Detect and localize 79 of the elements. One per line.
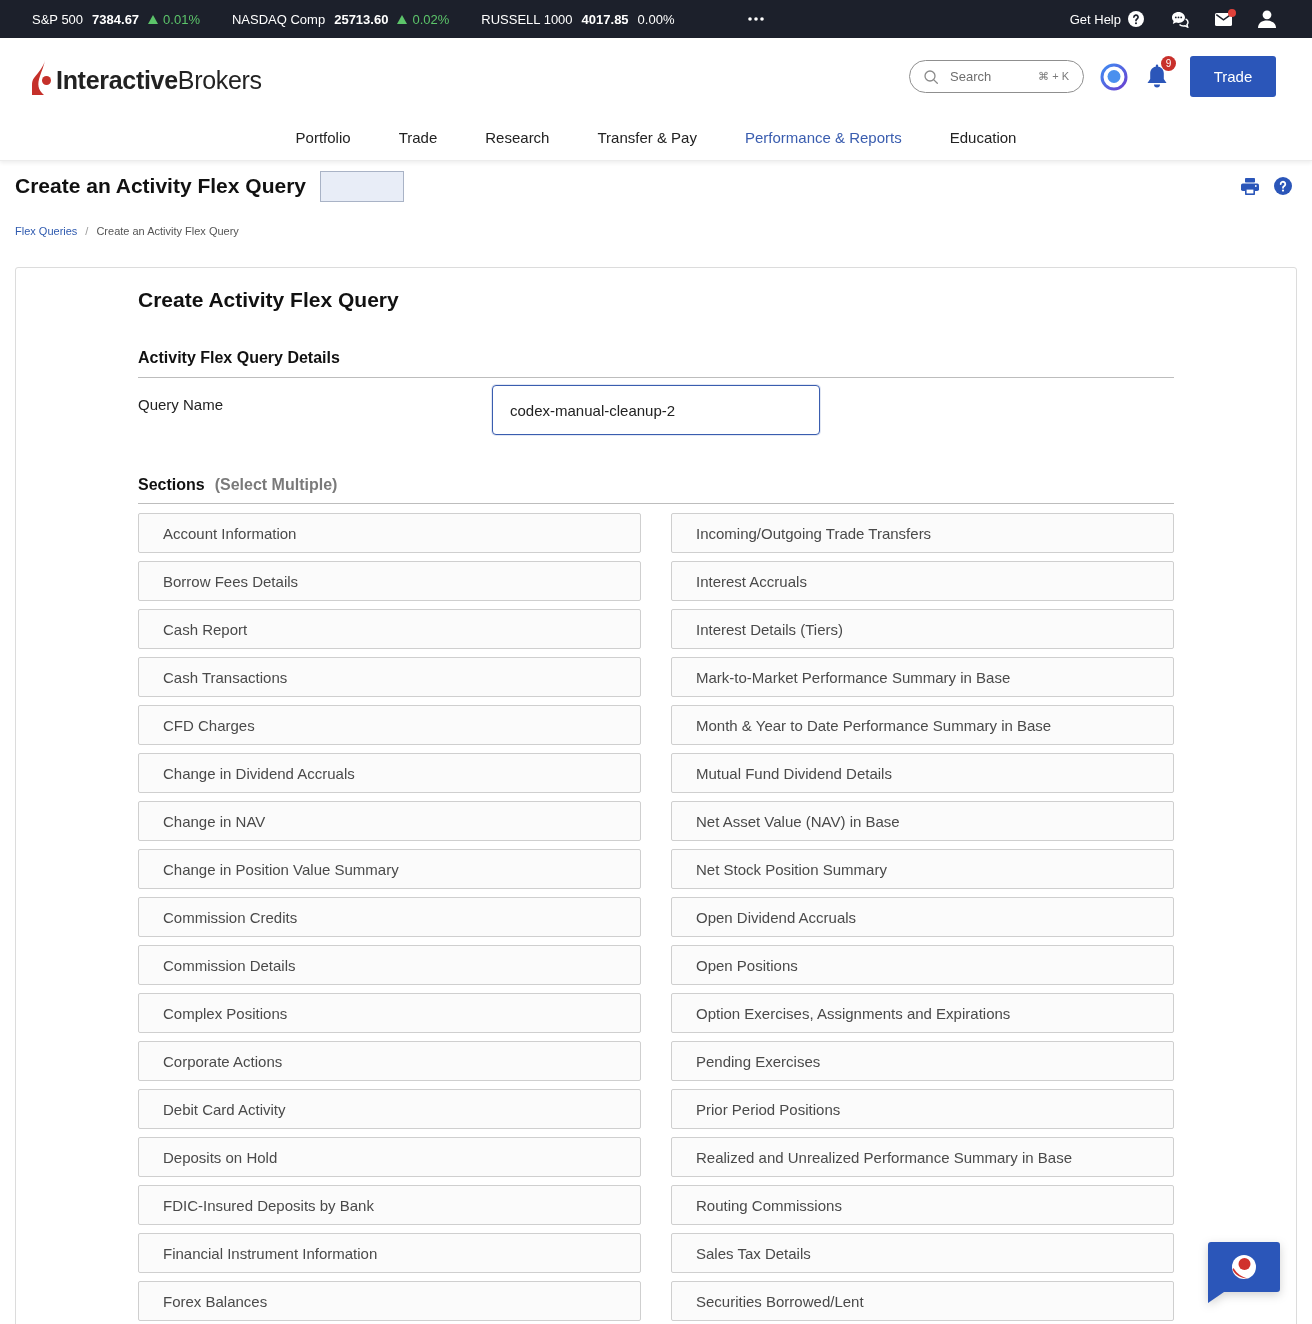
nav-link[interactable]: Research xyxy=(485,129,550,146)
section-option[interactable]: Cash Report xyxy=(138,609,641,649)
section-option[interactable]: Sales Tax Details xyxy=(671,1233,1174,1273)
section-option[interactable]: Interest Details (Tiers) xyxy=(671,609,1174,649)
section-option[interactable]: Change in Dividend Accruals xyxy=(138,753,641,793)
help-icon[interactable] xyxy=(1274,177,1292,195)
keyboard-shortcut: ⌘ + K xyxy=(1038,69,1069,84)
nav-link[interactable]: Transfer & Pay xyxy=(597,129,697,146)
more-icon[interactable] xyxy=(748,17,765,21)
section-option[interactable]: Complex Positions xyxy=(138,993,641,1033)
section-option[interactable]: Prior Period Positions xyxy=(671,1089,1174,1129)
printer-icon[interactable] xyxy=(1241,177,1259,195)
section-option[interactable]: Deposits on Hold xyxy=(138,1137,641,1177)
section-option[interactable]: Month & Year to Date Performance Summary in Base xyxy=(671,705,1174,745)
logo-icon xyxy=(1232,1255,1256,1279)
section-heading: Sections xyxy=(138,475,205,495)
section-option[interactable]: Incoming/Outgoing Trade Transfers xyxy=(671,513,1174,553)
section-option[interactable]: Financial Instrument Information xyxy=(138,1233,641,1273)
search-icon xyxy=(924,70,938,84)
section-option[interactable]: FDIC-Insured Deposits by Bank xyxy=(138,1185,641,1225)
index-value: 25713.60 xyxy=(334,11,389,27)
index-change: 0.00% xyxy=(637,11,675,27)
breadcrumb-link[interactable]: Flex Queries xyxy=(15,225,78,237)
index-name: RUSSELL 1000 xyxy=(481,11,573,27)
section-option[interactable]: Open Positions xyxy=(671,945,1174,985)
index-value: 4017.85 xyxy=(581,11,629,27)
nav-link[interactable]: Education xyxy=(949,129,1017,146)
section-option[interactable]: Change in NAV xyxy=(138,801,641,841)
section-option[interactable]: Account Information xyxy=(138,513,641,553)
section-option[interactable]: Cash Transactions xyxy=(138,657,641,697)
section-option[interactable]: Borrow Fees Details xyxy=(138,561,641,601)
nav-link[interactable]: Performance & Reports xyxy=(744,129,902,146)
logo-text[interactable]: InteractiveBrokers xyxy=(56,66,262,95)
section-option[interactable]: Mutual Fund Dividend Details xyxy=(671,753,1174,793)
section-option[interactable]: Net Asset Value (NAV) in Base xyxy=(671,801,1174,841)
breadcrumb-separator: / xyxy=(85,225,89,237)
section-option[interactable]: Pending Exercises xyxy=(671,1041,1174,1081)
breadcrumb-current: Create an Activity Flex Query xyxy=(96,225,239,237)
index-name: S&P 500 xyxy=(32,11,84,27)
section-option[interactable]: Commission Details xyxy=(138,945,641,985)
help-icon[interactable] xyxy=(1128,11,1144,27)
up-triangle-icon xyxy=(148,14,159,24)
section-heading: Activity Flex Query Details xyxy=(138,349,340,366)
chat-icon[interactable] xyxy=(1171,10,1189,28)
query-name-field[interactable]: codex-manual-cleanup-2 xyxy=(492,385,820,435)
section-option[interactable]: Debit Card Activity xyxy=(138,1089,641,1129)
trade-button[interactable]: Trade xyxy=(1190,56,1276,97)
section-option[interactable]: Forex Balances xyxy=(138,1281,641,1321)
section-option[interactable]: Securities Borrowed/Lent xyxy=(671,1281,1174,1321)
section-option[interactable]: CFD Charges xyxy=(138,705,641,745)
user-icon[interactable] xyxy=(1258,10,1276,28)
bell-icon[interactable] xyxy=(1146,64,1168,89)
chat-button[interactable] xyxy=(1208,1242,1280,1303)
ring-icon[interactable] xyxy=(1100,62,1128,91)
section-option[interactable]: Commission Credits xyxy=(138,897,641,937)
get-help-link[interactable]: Get Help xyxy=(1069,11,1121,27)
section-option[interactable]: Realized and Unrealized Performance Summary in Base xyxy=(671,1137,1174,1177)
nav-link[interactable]: Trade xyxy=(398,129,438,146)
section-option[interactable]: Open Dividend Accruals xyxy=(671,897,1174,937)
notification-badge: 9 xyxy=(1161,56,1176,71)
section-option[interactable]: Net Stock Position Summary xyxy=(671,849,1174,889)
section-option[interactable]: Routing Commissions xyxy=(671,1185,1174,1225)
field-label: Query Name xyxy=(138,395,225,415)
index-value: 7384.67 xyxy=(92,11,140,27)
index-change: 0.01% xyxy=(163,11,200,27)
up-triangle-icon xyxy=(397,14,408,24)
section-hint: (Select Multiple) xyxy=(214,475,338,495)
form-title: Create Activity Flex Query xyxy=(138,287,400,313)
page-title: Create an Activity Flex Query xyxy=(15,174,306,198)
section-option[interactable]: Corporate Actions xyxy=(138,1041,641,1081)
section-option[interactable]: Interest Accruals xyxy=(671,561,1174,601)
index-change: 0.02% xyxy=(412,11,450,27)
section-option[interactable]: Option Exercises, Assignments and Expirations xyxy=(671,993,1174,1033)
mail-icon[interactable] xyxy=(1215,12,1232,26)
nav-link[interactable]: Portfolio xyxy=(295,129,351,146)
logo-icon[interactable] xyxy=(32,60,51,95)
index-name: NASDAQ Comp xyxy=(231,11,326,27)
section-option[interactable]: Mark-to-Market Performance Summary in Base xyxy=(671,657,1174,697)
section-option[interactable]: Change in Position Value Summary xyxy=(138,849,641,889)
